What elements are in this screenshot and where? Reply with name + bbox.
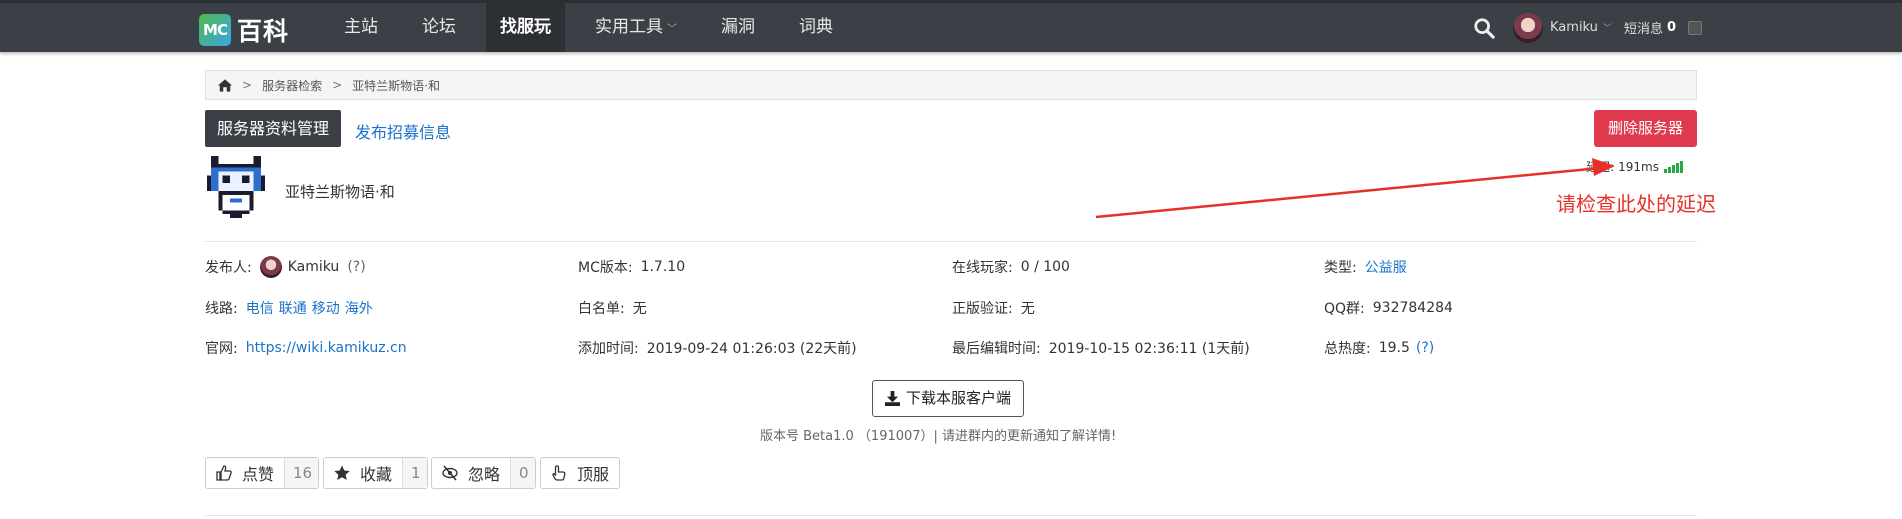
breadcrumb-separator: > (332, 78, 343, 92)
main-nav: 主站 论坛 找服玩 实用工具 ﹀ 漏洞 词典 (330, 3, 863, 52)
info-routes: 线路: 电信 联通 移动 海外 (205, 298, 378, 318)
ignore-count: 0 (510, 458, 535, 488)
username[interactable]: Kamiku (1550, 20, 1598, 35)
added-label: 添加时间: (578, 341, 639, 357)
heat-value: 19.5 (1378, 340, 1410, 356)
download-client-button[interactable]: 下载本服客户端 (872, 380, 1025, 417)
publisher-name[interactable]: Kamiku (288, 259, 340, 275)
server-pixel-icon (206, 156, 266, 218)
user-area: Kamiku ﹀ 短消息 0 (1473, 3, 1702, 52)
edited-value: 2019-10-15 02:36:11 (1天前) (1048, 341, 1250, 357)
nav-item-forum[interactable]: 论坛 (408, 3, 470, 52)
info-site: 官网: https://wiki.kamikuz.cn (205, 338, 407, 358)
like-count: 16 (284, 458, 319, 488)
premium-label: 正版验证: (952, 301, 1013, 317)
messages-count: 0 (1666, 20, 1676, 35)
site-link[interactable]: https://wiki.kamikuz.cn (246, 340, 407, 356)
type-label: 类型: (1324, 260, 1357, 276)
breadcrumb: > 服务器检索 > 亚特兰斯物语·和 (205, 70, 1697, 100)
nav-item-tools[interactable]: 实用工具 ﹀ (581, 3, 691, 52)
ping-indicator: 延迟: 191ms (1586, 158, 1684, 175)
info-publisher: 发布人: Kamiku (?) (205, 256, 366, 278)
breadcrumb-item-server-search[interactable]: 服务器检索 (262, 77, 322, 94)
info-edited: 最后编辑时间: 2019-10-15 02:36:11 (1天前) (952, 338, 1250, 358)
info-whitelist: 白名单: 无 (578, 298, 647, 318)
logo-text: 百科 (237, 17, 290, 46)
divider (205, 241, 1697, 242)
eye-slash-icon (442, 465, 458, 481)
nav-item-dictionary[interactable]: 词典 (785, 3, 847, 52)
notification-icon[interactable] (1688, 20, 1702, 35)
manage-server-button[interactable]: 服务器资料管理 (205, 110, 342, 147)
whitelist-value: 无 (632, 301, 647, 317)
divider (205, 515, 1697, 516)
nav-item-tools-label: 实用工具 (595, 17, 663, 37)
publisher-label: 发布人: (205, 260, 252, 276)
site-logo[interactable]: MC 百科 (199, 13, 289, 47)
favorite-button[interactable]: 收藏 1 (323, 457, 428, 489)
chevron-down-icon[interactable]: ﹀ (1603, 21, 1612, 34)
online-value: 0 / 100 (1020, 259, 1070, 275)
star-icon (334, 465, 350, 480)
download-label: 下载本服客户端 (906, 389, 1012, 407)
help-hint[interactable]: (?) (347, 259, 365, 275)
info-heat: 总热度: 19.5 (?) (1324, 338, 1434, 358)
info-added: 添加时间: 2019-09-24 01:26:03 (22天前) (578, 338, 857, 358)
route-link-overseas[interactable]: 海外 (345, 298, 373, 318)
route-label: 线路: (205, 301, 238, 317)
like-button[interactable]: 点赞 16 (205, 457, 320, 489)
nav-item-bugs[interactable]: 漏洞 (707, 3, 769, 52)
info-qq: QQ群: 932784284 (1324, 298, 1453, 318)
premium-value: 无 (1020, 301, 1035, 317)
info-type: 类型: 公益服 (1324, 257, 1407, 277)
signal-strength-icon (1664, 160, 1684, 173)
nav-item-find-server[interactable]: 找服玩 (486, 3, 565, 52)
messages-label[interactable]: 短消息 (1624, 18, 1663, 37)
info-online: 在线玩家: 0 / 100 (952, 257, 1070, 277)
hand-point-up-icon (552, 465, 566, 481)
mc-version-label: MC版本: (578, 260, 633, 276)
bump-server-button[interactable]: 顶服 (540, 457, 621, 489)
ping-label: 延迟: 191ms (1586, 160, 1659, 174)
route-link-telecom[interactable]: 电信 (246, 298, 274, 318)
qq-label: QQ群: (1324, 301, 1365, 317)
search-icon[interactable] (1473, 17, 1495, 39)
help-hint[interactable]: (?) (1416, 340, 1434, 356)
ignore-label: 忽略 (468, 465, 501, 484)
publish-recruit-link[interactable]: 发布招募信息 (355, 119, 451, 143)
server-name: 亚特兰斯物语·和 (285, 183, 395, 201)
like-label: 点赞 (242, 465, 275, 484)
whitelist-label: 白名单: (578, 301, 625, 317)
logo-badge: MC (199, 14, 231, 46)
nav-item-main-site[interactable]: 主站 (330, 3, 392, 52)
download-icon (885, 391, 900, 406)
route-link-mobile[interactable]: 移动 (312, 298, 340, 318)
annotation-text: 请检查此处的延迟 (1556, 192, 1716, 216)
favorite-count: 1 (402, 458, 427, 488)
breadcrumb-separator: > (242, 78, 253, 92)
edited-label: 最后编辑时间: (952, 341, 1041, 357)
avatar[interactable] (1513, 12, 1544, 43)
bump-label: 顶服 (577, 465, 610, 484)
type-link[interactable]: 公益服 (1365, 257, 1407, 277)
online-label: 在线玩家: (952, 260, 1013, 276)
home-icon[interactable] (218, 78, 232, 92)
thumbs-up-icon (216, 465, 232, 481)
route-link-unicom[interactable]: 联通 (279, 298, 307, 318)
favorite-label: 收藏 (360, 465, 393, 484)
version-note: 版本号 Beta1.0 （191007）| 请进群内的更新通知了解详情! (760, 429, 1117, 444)
site-label: 官网: (205, 341, 238, 357)
delete-server-button[interactable]: 删除服务器 (1593, 110, 1697, 147)
breadcrumb-item-current: 亚特兰斯物语·和 (352, 78, 440, 93)
top-navbar: MC 百科 主站 论坛 找服玩 实用工具 ﹀ 漏洞 词典 Kamiku ﹀ 短消息… (0, 0, 1902, 52)
info-mc-version: MC版本: 1.7.10 (578, 257, 685, 277)
qq-value: 932784284 (1372, 300, 1453, 316)
mc-version-value: 1.7.10 (640, 259, 686, 275)
added-value: 2019-09-24 01:26:03 (22天前) (646, 341, 857, 357)
info-premium: 正版验证: 无 (952, 298, 1035, 318)
ignore-button[interactable]: 忽略 0 (431, 457, 536, 489)
heat-label: 总热度: (1324, 341, 1371, 357)
avatar[interactable] (259, 256, 282, 278)
chevron-down-icon: ﹀ (667, 24, 677, 35)
